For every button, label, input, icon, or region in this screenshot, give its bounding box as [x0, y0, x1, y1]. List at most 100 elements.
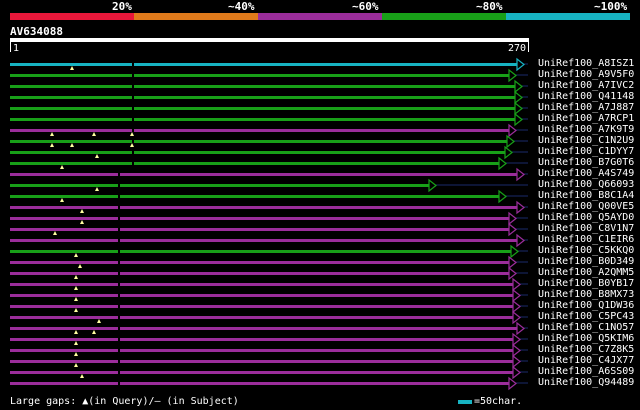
hit-label[interactable]: UniRef100_Q5AYD0: [538, 212, 634, 223]
hit-bar[interactable]: [10, 85, 516, 88]
hit-label[interactable]: UniRef100_B0D349: [538, 256, 634, 267]
hit-bar[interactable]: [10, 305, 514, 308]
hit-label[interactable]: UniRef100_Q00VE5: [538, 201, 634, 212]
query-gap-icon: [80, 374, 84, 378]
subject-gap-mark: [118, 272, 120, 275]
hit-bar[interactable]: [10, 382, 510, 385]
subject-gap-mark: [118, 349, 120, 352]
hit-bar[interactable]: [10, 118, 516, 121]
hit-label[interactable]: UniRef100_C8V1N7: [538, 223, 634, 234]
hit-bar[interactable]: [10, 316, 514, 319]
hit-arrow-icon: [516, 57, 525, 72]
query-gap-icon: [78, 264, 82, 268]
hit-bar[interactable]: [10, 206, 518, 209]
hit-bar[interactable]: [10, 338, 514, 341]
hit-label[interactable]: UniRef100_C1DYY7: [538, 146, 634, 157]
hit-label[interactable]: UniRef100_A8ISZ1: [538, 58, 634, 69]
subject-gap-mark: [132, 162, 134, 165]
hit-label[interactable]: UniRef100_A4S749: [538, 168, 634, 179]
hit-bar[interactable]: [10, 228, 510, 231]
hit-arrow-icon: [512, 310, 521, 325]
hit-bar[interactable]: [10, 96, 516, 99]
hit-arrow-icon: [516, 233, 525, 248]
query-gap-icon: [95, 154, 99, 158]
hit-bar[interactable]: [10, 327, 518, 330]
hit-bar[interactable]: [10, 107, 516, 110]
hit-bar[interactable]: [10, 129, 510, 132]
hit-label[interactable]: UniRef100_B7G0T6: [538, 157, 634, 168]
hit-bar[interactable]: [10, 371, 514, 374]
subject-gap-mark: [132, 63, 134, 66]
query-gap-icon: [130, 132, 134, 136]
hit-bar[interactable]: [10, 283, 514, 286]
hit-label[interactable]: UniRef100_C5KKQ0: [538, 245, 634, 256]
hit-arrow-icon: [514, 90, 523, 105]
hit-bar[interactable]: [10, 349, 514, 352]
hit-label[interactable]: UniRef100_C1EIR6: [538, 234, 634, 245]
subject-gap-mark: [118, 327, 120, 330]
query-gap-icon: [97, 319, 101, 323]
hit-bar[interactable]: [10, 272, 510, 275]
subject-gap-mark: [132, 118, 134, 121]
hit-arrow-icon: [508, 222, 517, 237]
hit-arrow-icon: [514, 79, 523, 94]
hit-label[interactable]: UniRef100_A2QMM5: [538, 267, 634, 278]
hit-bar[interactable]: [10, 195, 500, 198]
hit-label[interactable]: UniRef100_C7Z8K5: [538, 344, 634, 355]
hit-bar[interactable]: [10, 63, 518, 66]
hit-bar[interactable]: [10, 239, 518, 242]
hit-label[interactable]: UniRef100_A7IVC2: [538, 80, 634, 91]
hit-label[interactable]: UniRef100_Q94489: [538, 377, 634, 388]
hit-label[interactable]: UniRef100_A7K9T9: [538, 124, 634, 135]
hit-label[interactable]: UniRef100_B8MX73: [538, 289, 634, 300]
hit-bar[interactable]: [10, 184, 430, 187]
query-gap-icon: [130, 143, 134, 147]
hit-arrow-icon: [516, 321, 525, 336]
hit-bar[interactable]: [10, 360, 514, 363]
query-gap-icon: [74, 286, 78, 290]
hit-bar[interactable]: [10, 294, 514, 297]
hit-label[interactable]: UniRef100_A9V5F0: [538, 69, 634, 80]
hit-bar[interactable]: [10, 74, 510, 77]
hit-arrow-icon: [516, 200, 525, 215]
hit-bar[interactable]: [10, 261, 510, 264]
hit-label[interactable]: UniRef100_Q66093: [538, 179, 634, 190]
hit-label[interactable]: UniRef100_B0YB17: [538, 278, 634, 289]
subject-gap-mark: [132, 140, 134, 143]
query-gap-icon: [95, 187, 99, 191]
query-gap-icon: [74, 275, 78, 279]
hit-bar[interactable]: [10, 140, 508, 143]
hit-label[interactable]: UniRef100_A7J887: [538, 102, 634, 113]
hit-bar[interactable]: [10, 250, 512, 253]
query-gap-icon: [74, 352, 78, 356]
hit-label[interactable]: UniRef100_C4JX77: [538, 355, 634, 366]
hit-bar[interactable]: [10, 173, 518, 176]
subject-gap-mark: [132, 107, 134, 110]
hit-label[interactable]: UniRef100_C1NO57: [538, 322, 634, 333]
hit-arrow-icon: [512, 299, 521, 314]
query-gap-icon: [74, 308, 78, 312]
hit-bar[interactable]: [10, 162, 500, 165]
hit-label[interactable]: UniRef100_Q5KIM6: [538, 333, 634, 344]
hit-label[interactable]: UniRef100_C5PC43: [538, 311, 634, 322]
hit-bar[interactable]: [10, 151, 506, 154]
query-gap-icon: [74, 330, 78, 334]
hit-arrow-icon: [508, 68, 517, 83]
query-gap-icon: [53, 231, 57, 235]
hit-label[interactable]: UniRef100_A7RCP1: [538, 113, 634, 124]
subject-gap-mark: [132, 96, 134, 99]
hit-label[interactable]: UniRef100_B8C1A4: [538, 190, 634, 201]
hit-bar[interactable]: [10, 217, 510, 220]
subject-gap-mark: [118, 261, 120, 264]
hit-label[interactable]: UniRef100_C1N2U9: [538, 135, 634, 146]
hit-label[interactable]: UniRef100_Q41148: [538, 91, 634, 102]
hit-arrow-icon: [508, 376, 517, 391]
hit-arrow-icon: [512, 343, 521, 358]
subject-gap-mark: [132, 129, 134, 132]
query-gap-icon: [60, 198, 64, 202]
hit-arrow-icon: [508, 211, 517, 226]
hit-label[interactable]: UniRef100_A6SS09: [538, 366, 634, 377]
subject-gap-mark: [118, 316, 120, 319]
query-gap-icon: [70, 66, 74, 70]
hit-label[interactable]: UniRef100_Q1DW36: [538, 300, 634, 311]
